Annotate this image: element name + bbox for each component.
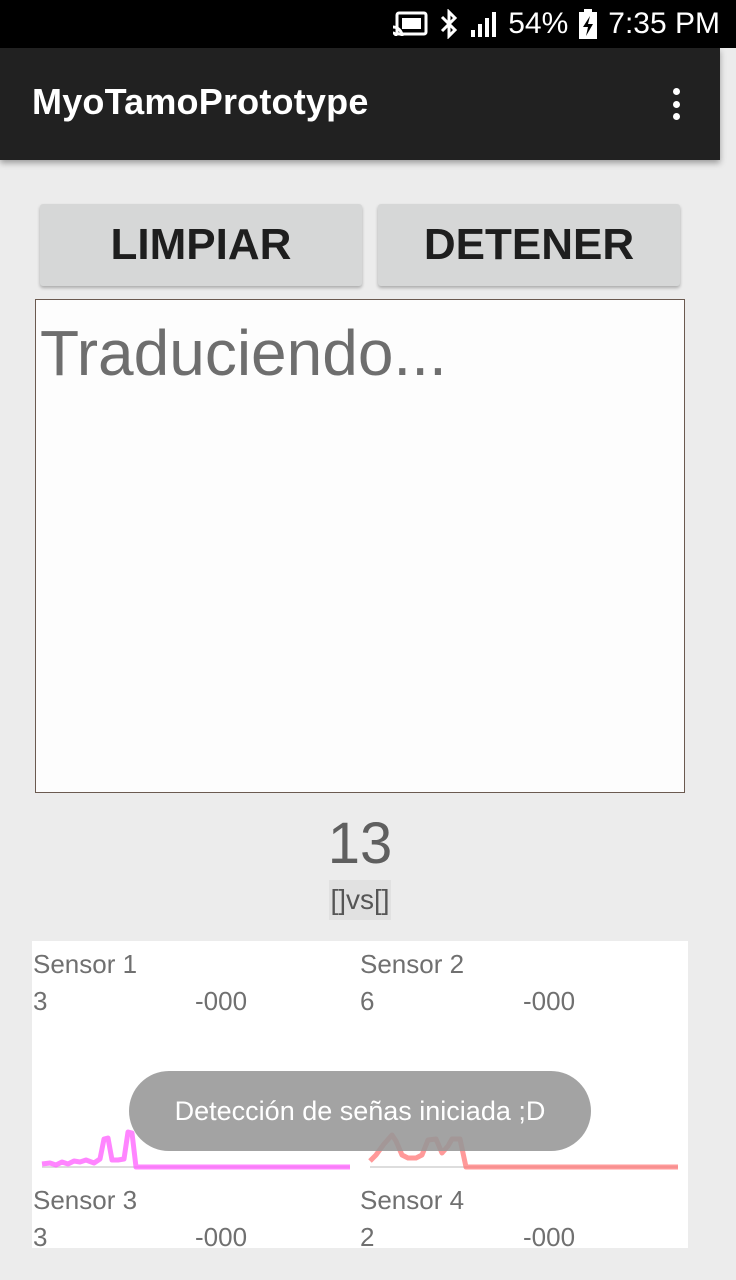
translation-output[interactable]: Traduciendo...: [35, 299, 685, 793]
sensor-3-value: 3: [33, 1222, 48, 1252]
bluetooth-icon: [438, 9, 460, 39]
sensor-4-value: 2: [360, 1222, 375, 1252]
sensor-3-label: Sensor 3: [33, 1185, 138, 1215]
translation-text: Traduciendo...: [40, 317, 447, 389]
sensor-4-label: Sensor 4: [360, 1185, 465, 1215]
toast-message: Detección de señas iniciada ;D: [129, 1071, 591, 1151]
status-bar: 54% 7:35 PM: [0, 0, 736, 48]
app-title: MyoTamoPrototype: [32, 81, 369, 122]
app-bar: MyoTamoPrototype: [0, 48, 720, 160]
counter-value: 13: [327, 811, 393, 876]
overflow-menu-icon[interactable]: [660, 82, 692, 126]
sensor-4-reading: -000: [523, 1222, 576, 1252]
cast-icon: [392, 11, 428, 37]
sensor-3-reading: -000: [195, 1222, 248, 1252]
comparison-label: []vs[]: [329, 880, 391, 920]
clear-button[interactable]: LIMPIAR: [40, 204, 362, 286]
battery-text: 54%: [508, 7, 569, 40]
stop-button[interactable]: DETENER: [378, 204, 680, 286]
clock: 7:35 PM: [608, 7, 720, 40]
battery-charging-icon: [578, 8, 598, 40]
signal-icon: [470, 10, 498, 38]
